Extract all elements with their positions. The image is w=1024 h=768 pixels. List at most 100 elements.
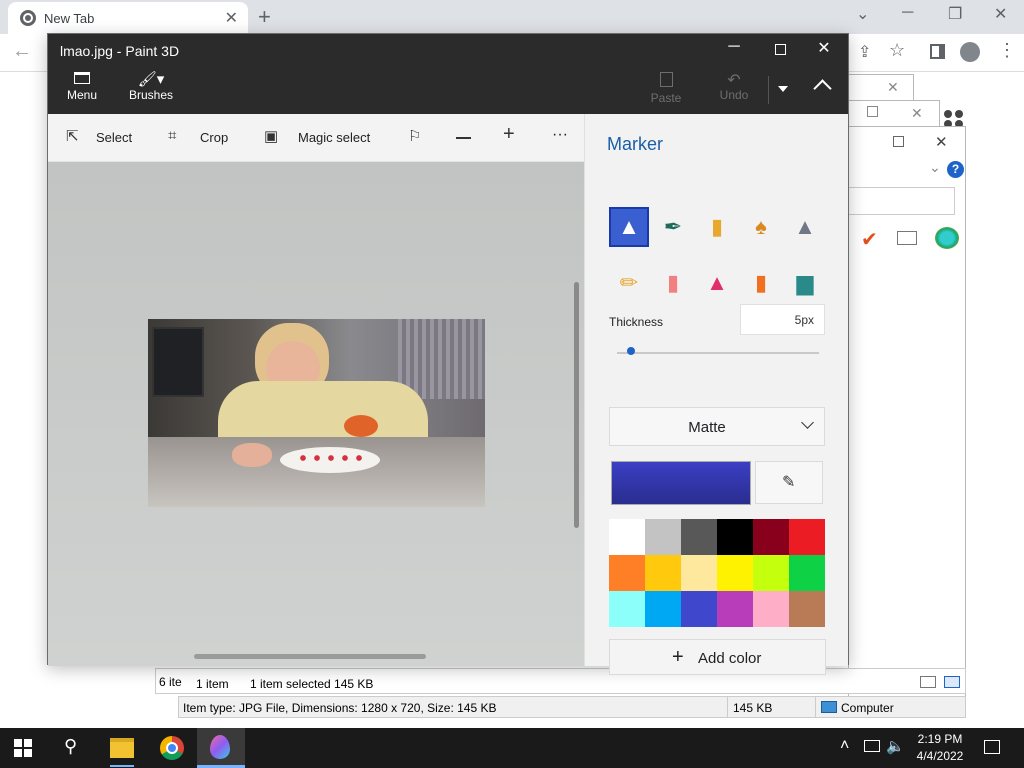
color-swatch[interactable] (789, 591, 825, 627)
undo-button[interactable]: ↶ Undo (716, 70, 752, 102)
crop-tool[interactable]: Crop (200, 130, 228, 145)
maximize-button[interactable] (760, 42, 800, 60)
fill-bucket-icon[interactable]: ▆ (785, 263, 825, 303)
oil-brush-icon[interactable]: ▮ (697, 207, 737, 247)
globe-icon[interactable] (935, 227, 959, 249)
tab-close-icon[interactable]: ✕ (225, 8, 238, 28)
dialog-input-field[interactable] (849, 187, 955, 215)
clock-time[interactable]: 2:19 PM (910, 732, 970, 746)
tray-chevron-up-icon[interactable]: ˄ (840, 737, 849, 755)
tab-new-tab[interactable]: New Tab ✕ (8, 2, 248, 34)
thickness-slider-track[interactable] (617, 347, 819, 355)
color-swatch[interactable] (645, 555, 681, 591)
color-swatch[interactable] (753, 555, 789, 591)
spray-can-icon[interactable]: ▮ (741, 263, 781, 303)
color-swatch[interactable] (717, 519, 753, 555)
volume-icon[interactable]: 🔈 (886, 737, 905, 755)
chrome-icon[interactable] (160, 736, 184, 760)
marker-icon[interactable]: ▲ (609, 207, 649, 247)
chrome-tab-strip: New Tab ✕ + ⌄ ─ ❐ ✕ (0, 0, 1024, 34)
paste-button[interactable]: Paste (648, 72, 684, 105)
flag-icon[interactable]: ⚐ (408, 127, 421, 145)
eraser-icon[interactable]: ▮ (653, 263, 693, 303)
watercolor-icon[interactable]: ♠ (741, 207, 781, 247)
vertical-scrollbar[interactable] (574, 282, 579, 528)
chrome-restore-button[interactable]: ❐ (948, 4, 962, 24)
help-icon[interactable]: ? (947, 161, 964, 178)
network-icon[interactable] (864, 740, 880, 752)
color-swatch[interactable] (789, 555, 825, 591)
dialog-maximize-icon[interactable] (893, 136, 904, 147)
select-tool[interactable]: Select (96, 130, 132, 145)
magic-select-tool[interactable]: Magic select (298, 130, 370, 145)
selected-color-preview[interactable] (611, 461, 751, 505)
color-swatch[interactable] (681, 519, 717, 555)
bg-close-icon-2[interactable]: ✕ (911, 105, 923, 122)
brushes-side-panel: Marker ▲ ✒ ▮ ♠ ▲ ✏ ▮ ▲ ▮ ▆ Thickness 5px Matte ✎ … (584, 114, 848, 675)
clock-date[interactable]: 4/4/2022 (910, 749, 970, 763)
thickness-label: Thickness (609, 315, 664, 329)
new-tab-button[interactable]: + (258, 4, 271, 30)
paint3d-taskbar-button[interactable] (197, 728, 245, 768)
thickness-slider-thumb[interactable] (626, 347, 635, 355)
large-icons-view-icon[interactable] (944, 676, 960, 688)
pencil-icon[interactable]: ✏ (609, 263, 649, 303)
side-panel-icon[interactable] (930, 44, 945, 59)
dialog-close-icon[interactable]: ✕ (935, 133, 948, 151)
pixel-pen-icon[interactable]: ▲ (785, 207, 825, 247)
crayon-icon[interactable]: ▲ (697, 263, 737, 303)
zoom-out-icon[interactable] (456, 137, 471, 139)
horizontal-scrollbar[interactable] (194, 654, 426, 659)
more-tools-button[interactable]: ··· (552, 126, 568, 144)
share-icon[interactable]: ⇪ (858, 42, 871, 62)
envelope-icon[interactable] (897, 231, 917, 245)
bg-close-icon-1[interactable]: ✕ (887, 79, 899, 96)
search-icon[interactable]: ⚲ (64, 736, 88, 760)
zoom-in-icon[interactable]: + (503, 123, 515, 146)
color-swatch[interactable] (645, 519, 681, 555)
details-view-icon[interactable] (920, 676, 936, 688)
close-button[interactable]: ✕ (804, 38, 844, 58)
windows-start-icon[interactable] (14, 739, 32, 757)
color-swatch[interactable] (753, 591, 789, 627)
minimize-button[interactable]: ─ (714, 38, 754, 56)
clipboard-icon (659, 72, 673, 87)
color-swatch[interactable] (681, 591, 717, 627)
color-swatch[interactable] (753, 519, 789, 555)
chrome-menu-icon[interactable]: ⋮ (998, 40, 1016, 61)
color-swatch[interactable] (609, 519, 645, 555)
overflow-dropdown-icon[interactable] (778, 86, 788, 92)
checkmark-icon[interactable]: ✔ (861, 227, 878, 252)
canvas-area[interactable] (48, 162, 584, 666)
dialog-dropdown-icon[interactable]: ⌄ (929, 159, 941, 176)
location-label: Computer (841, 701, 894, 715)
color-swatch[interactable] (609, 555, 645, 591)
thickness-input[interactable]: 5px (740, 304, 825, 335)
bg-maximize-icon-2[interactable] (867, 106, 878, 117)
eyedropper-button[interactable]: ✎ (755, 461, 823, 504)
bookmark-star-icon[interactable]: ☆ (889, 40, 905, 61)
back-arrow-icon[interactable]: ← (12, 40, 32, 63)
add-color-label: Add color (698, 650, 762, 667)
color-swatch[interactable] (717, 591, 753, 627)
color-swatch[interactable] (681, 555, 717, 591)
collapse-toolbar-icon[interactable] (813, 79, 832, 98)
menu-button[interactable]: Menu (62, 72, 102, 102)
notifications-icon[interactable] (984, 740, 1000, 754)
spray-can-icon-glyph: ▮ (754, 270, 768, 295)
finish-dropdown[interactable]: Matte (609, 407, 825, 446)
brush-icon: 🖌▾ (137, 71, 165, 88)
chrome-close-button[interactable]: ✕ (994, 4, 1007, 24)
color-swatch[interactable] (789, 519, 825, 555)
tab-search-icon[interactable]: ⌄ (856, 4, 869, 24)
color-swatch[interactable] (609, 591, 645, 627)
chrome-minimize-button[interactable]: ─ (902, 4, 913, 22)
calligraphy-pen-icon[interactable]: ✒ (653, 207, 693, 247)
color-swatch[interactable] (717, 555, 753, 591)
color-swatch[interactable] (645, 591, 681, 627)
file-explorer-icon[interactable] (110, 738, 134, 758)
profile-avatar-icon[interactable] (960, 42, 980, 62)
brushes-button[interactable]: 🖌▾ Brushes (128, 70, 174, 102)
add-color-button[interactable]: + Add color (609, 639, 826, 675)
menu-label: Menu (66, 88, 98, 102)
